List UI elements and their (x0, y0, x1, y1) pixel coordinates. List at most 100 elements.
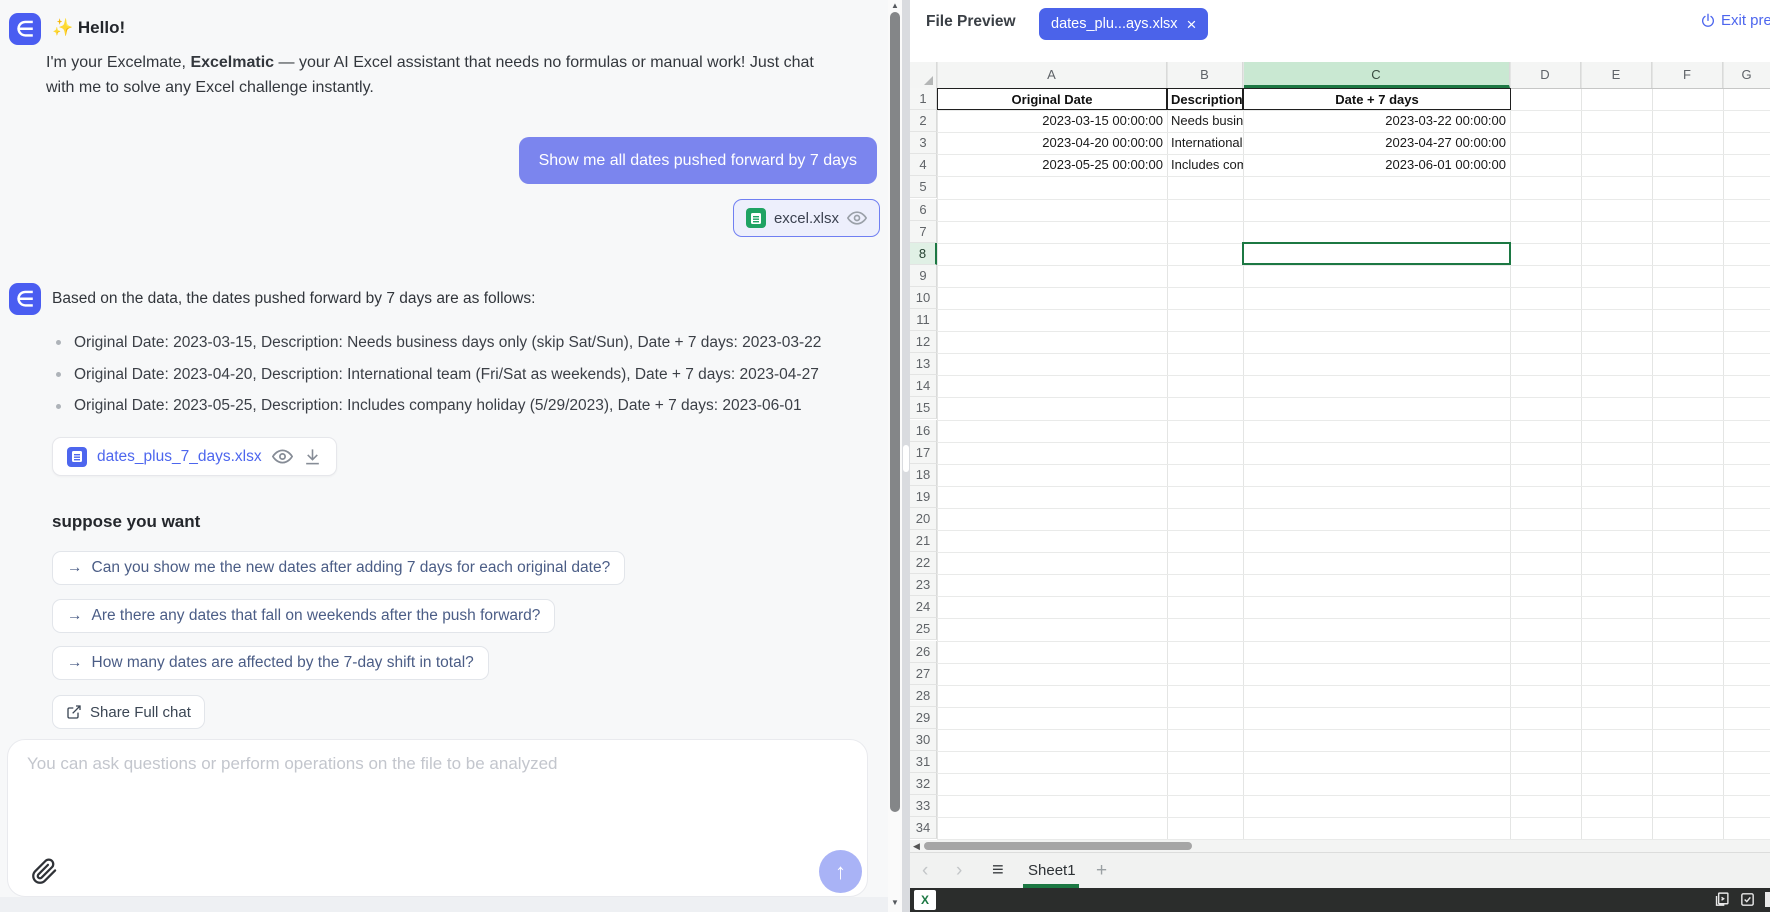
chat-input-area[interactable]: You can ask questions or perform operati… (7, 739, 868, 897)
cell-B1[interactable]: Description (1167, 88, 1243, 110)
cell-B3[interactable]: International team (Fri/Sat as weekends) (1167, 132, 1243, 154)
exit-preview-button[interactable]: Exit preview (1700, 12, 1770, 29)
grid-hline (937, 618, 1770, 619)
preview-eye-icon[interactable] (847, 208, 867, 228)
row-header-5[interactable]: 5 (910, 176, 937, 198)
row-header-6[interactable]: 6 (910, 199, 937, 221)
paste-refresh-icon[interactable] (1713, 891, 1730, 908)
cell-B4[interactable]: Includes company holiday (5/29/2023) (1167, 154, 1243, 176)
row-header-23[interactable]: 23 (910, 574, 937, 596)
suggestion-button-2[interactable]: →Are there any dates that fall on weeken… (52, 599, 555, 633)
row-header-24[interactable]: 24 (910, 596, 937, 618)
scroll-up-icon[interactable]: ▲ (888, 1, 902, 10)
scroll-down-icon[interactable]: ▼ (888, 898, 902, 907)
grid-hline (937, 552, 1770, 553)
row-header-16[interactable]: 16 (910, 420, 937, 442)
column-header-G[interactable]: G (1723, 62, 1770, 88)
row-header-17[interactable]: 17 (910, 442, 937, 464)
grid-hline (937, 331, 1770, 332)
attachment-chip-excel-xlsx[interactable]: excel.xlsx (733, 199, 880, 237)
cell-A1[interactable]: Original Date (937, 88, 1167, 110)
grid-hline (937, 685, 1770, 686)
column-header-C[interactable]: C (1243, 62, 1510, 88)
xlsx-app-icon[interactable]: X (914, 890, 936, 910)
column-header-A[interactable]: A (937, 62, 1167, 88)
row-header-2[interactable]: 2 (910, 110, 937, 132)
cell-C1[interactable]: Date + 7 days (1243, 88, 1511, 110)
share-full-chat-button[interactable]: Share Full chat (52, 695, 205, 729)
arrow-right-icon: → (67, 559, 83, 577)
suggestion-button-3[interactable]: →How many dates are affected by the 7-da… (52, 646, 489, 680)
column-header-D[interactable]: D (1510, 62, 1581, 88)
cell-B2[interactable]: Needs business days only (skip Sat/Sun) (1167, 110, 1243, 132)
grid-hline (937, 442, 1770, 443)
row-header-33[interactable]: 33 (910, 795, 937, 817)
add-sheet-button[interactable]: + (1096, 853, 1107, 888)
cell-A2[interactable]: 2023-03-15 00:00:00 (937, 110, 1167, 132)
horizontal-scrollbar-thumb[interactable] (924, 842, 1192, 850)
clipped-taskbar-icon (1765, 892, 1770, 907)
download-icon[interactable] (303, 447, 322, 466)
row-header-3[interactable]: 3 (910, 132, 937, 154)
attach-file-button[interactable] (31, 856, 61, 886)
row-header-29[interactable]: 29 (910, 707, 937, 729)
grid-vline (1652, 62, 1653, 840)
suggestion-button-1[interactable]: →Can you show me the new dates after add… (52, 551, 625, 585)
row-header-32[interactable]: 32 (910, 773, 937, 795)
grid-vline (1243, 62, 1244, 840)
preview-eye-icon[interactable] (272, 446, 293, 467)
row-header-4[interactable]: 4 (910, 154, 937, 176)
row-header-31[interactable]: 31 (910, 751, 937, 773)
select-all-corner[interactable] (910, 62, 937, 88)
file-tab[interactable]: dates_plu...ays.xlsx × (1039, 8, 1208, 40)
close-tab-icon[interactable]: × (1187, 16, 1197, 33)
divider-grip[interactable] (903, 445, 909, 472)
scroll-left-icon[interactable]: ◀ (913, 841, 920, 852)
sheet-tab-sheet1[interactable]: Sheet1 (1028, 853, 1076, 888)
send-button[interactable]: ↑ (819, 850, 862, 893)
cell-C3[interactable]: 2023-04-27 00:00:00 (1243, 132, 1510, 154)
chat-scrollbar-thumb[interactable] (890, 12, 900, 812)
prev-sheet-button[interactable]: ‹ (922, 853, 928, 888)
row-header-28[interactable]: 28 (910, 685, 937, 707)
row-header-11[interactable]: 11 (910, 309, 937, 331)
row-header-10[interactable]: 10 (910, 287, 937, 309)
next-sheet-button[interactable]: › (956, 853, 962, 888)
row-header-18[interactable]: 18 (910, 464, 937, 486)
horizontal-scrollbar[interactable]: ◀ (910, 840, 1770, 852)
row-header-21[interactable]: 21 (910, 530, 937, 552)
row-header-20[interactable]: 20 (910, 508, 937, 530)
row-header-15[interactable]: 15 (910, 397, 937, 419)
grid-hline (937, 641, 1770, 642)
cell-A4[interactable]: 2023-05-25 00:00:00 (937, 154, 1167, 176)
column-header-F[interactable]: F (1652, 62, 1723, 88)
cell-A3[interactable]: 2023-04-20 00:00:00 (937, 132, 1167, 154)
row-header-12[interactable]: 12 (910, 331, 937, 353)
cell-C2[interactable]: 2023-03-22 00:00:00 (1243, 110, 1510, 132)
grid-hline (937, 663, 1770, 664)
row-header-30[interactable]: 30 (910, 729, 937, 751)
row-header-22[interactable]: 22 (910, 552, 937, 574)
row-header-25[interactable]: 25 (910, 618, 937, 640)
row-header-7[interactable]: 7 (910, 221, 937, 243)
result-file-chip[interactable]: dates_plus_7_days.xlsx (52, 437, 337, 476)
row-header-1[interactable]: 1 (910, 88, 937, 110)
row-header-27[interactable]: 27 (910, 663, 937, 685)
save-check-icon[interactable] (1739, 891, 1756, 908)
column-header-B[interactable]: B (1167, 62, 1243, 88)
row-header-26[interactable]: 26 (910, 641, 937, 663)
row-header-8[interactable]: 8 (910, 243, 937, 265)
row-header-34[interactable]: 34 (910, 817, 937, 839)
row-header-13[interactable]: 13 (910, 353, 937, 375)
panel-divider[interactable] (902, 0, 910, 912)
selected-cell-C8[interactable] (1242, 242, 1511, 265)
chat-scrollbar[interactable]: ▲ ▼ (888, 0, 902, 912)
row-header-14[interactable]: 14 (910, 375, 937, 397)
sheet-menu-icon[interactable]: ≡ (992, 853, 1004, 888)
column-header-E[interactable]: E (1581, 62, 1652, 88)
spreadsheet-grid[interactable]: ABCDEFG123456789101112131415161718192021… (910, 50, 1770, 840)
result-file-name: dates_plus_7_days.xlsx (97, 448, 262, 466)
row-header-9[interactable]: 9 (910, 265, 937, 287)
row-header-19[interactable]: 19 (910, 486, 937, 508)
cell-C4[interactable]: 2023-06-01 00:00:00 (1243, 154, 1510, 176)
